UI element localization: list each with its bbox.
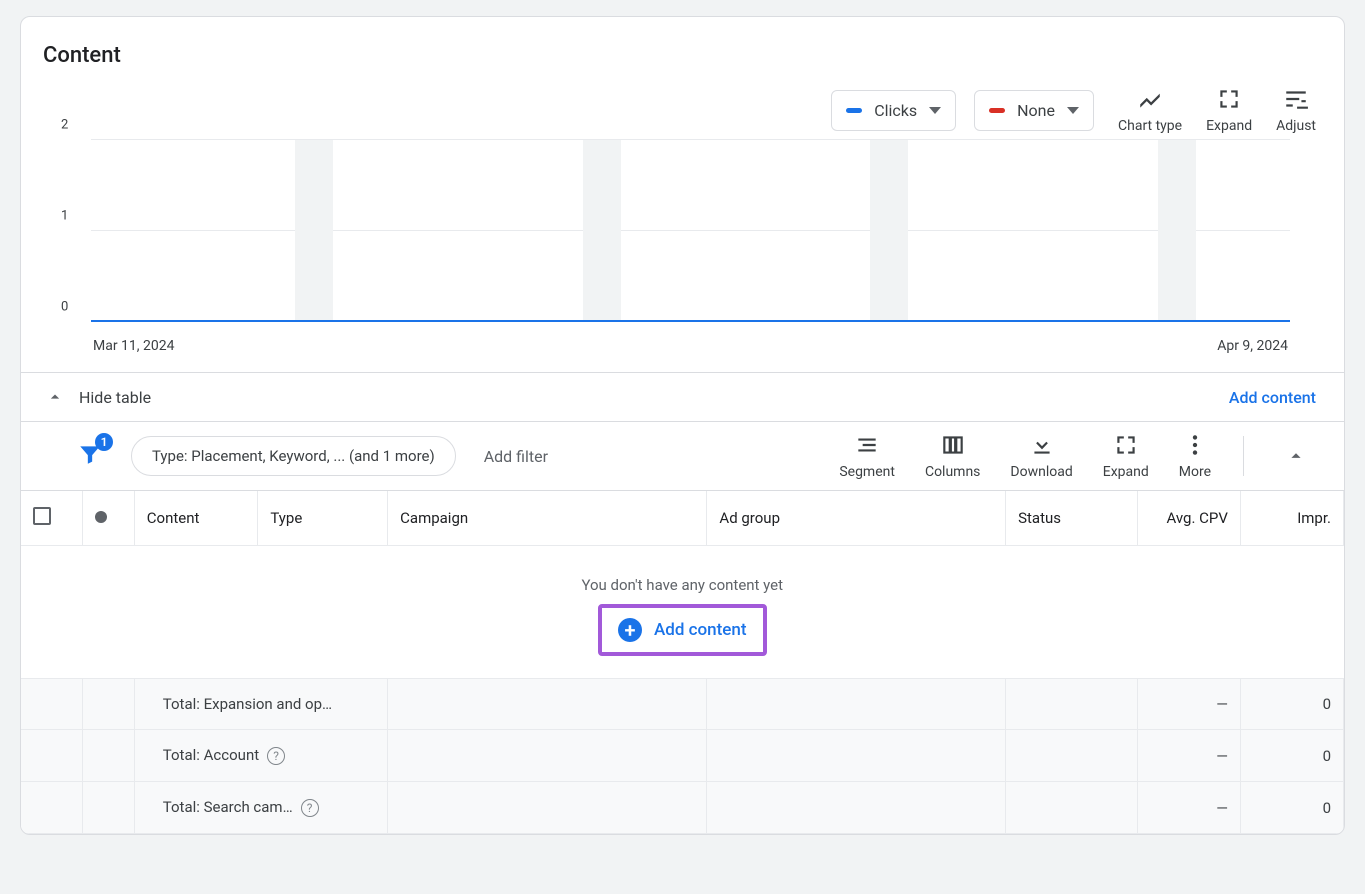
metric-swatch-secondary (989, 108, 1005, 113)
filter-chip[interactable]: Type: Placement, Keyword, ... (and 1 mor… (131, 436, 456, 476)
metric-swatch-primary (846, 108, 862, 113)
summary-avg-cpv: — (1137, 782, 1240, 834)
table-header-content[interactable]: Content (134, 491, 258, 546)
chart-adjust-label: Adjust (1276, 118, 1316, 134)
help-icon[interactable]: ? (301, 799, 319, 817)
table-header-impr[interactable]: Impr. (1240, 491, 1343, 546)
table-header-type[interactable]: Type (258, 491, 388, 546)
chart-x-end-label: Apr 9, 2024 (1217, 338, 1288, 354)
metric-select-primary[interactable]: Clicks (831, 90, 956, 131)
table-header-status-dot (83, 491, 134, 546)
segment-button[interactable]: Segment (839, 432, 895, 480)
filter-button[interactable]: 1 (77, 441, 103, 471)
chart-panel: 012 Mar 11, 2024 Apr 9, 2024 (21, 134, 1344, 373)
content-table: Content Type Campaign Ad group Status Av… (21, 491, 1344, 834)
table-summary-row: Total: Account? —0 (21, 730, 1344, 782)
add-content-primary-button[interactable]: + Add content (598, 604, 767, 656)
summary-impr: 0 (1240, 679, 1343, 730)
status-dot-icon (95, 511, 107, 523)
chart-type-label: Chart type (1118, 118, 1182, 134)
chart-y-tick-label: 0 (61, 300, 68, 315)
chart-y-tick-label: 1 (61, 209, 68, 224)
table-header-checkbox[interactable] (21, 491, 83, 546)
download-icon (1029, 432, 1055, 458)
table-toolbar: 1 Type: Placement, Keyword, ... (and 1 m… (21, 422, 1344, 491)
columns-button[interactable]: Columns (925, 432, 980, 480)
add-content-link[interactable]: Add content (1229, 388, 1316, 407)
download-button[interactable]: Download (1010, 432, 1072, 480)
chart-area[interactable]: 012 (91, 140, 1290, 330)
caret-down-icon (1067, 107, 1079, 114)
fullscreen-icon (1113, 432, 1139, 458)
chevron-up-icon (1285, 445, 1307, 467)
summary-row-label: Total: Search cam…? (134, 782, 387, 834)
chart-gridline (91, 139, 1290, 140)
download-label: Download (1010, 464, 1072, 480)
summary-row-label: Total: Account? (134, 730, 387, 782)
segment-icon (854, 432, 880, 458)
filter-count-badge: 1 (95, 433, 113, 451)
summary-impr: 0 (1240, 782, 1343, 834)
hide-table-label: Hide table (79, 388, 151, 407)
summary-row-label: Total: Expansion and op… (134, 679, 387, 730)
add-content-button-label: Add content (654, 620, 747, 640)
table-header-row: Hide table Add content (21, 373, 1344, 422)
table-header-status[interactable]: Status (1006, 491, 1138, 546)
chart-weekend-band (870, 140, 908, 322)
chart-toolbar: Clicks None Chart type Expand Adjust (21, 78, 1344, 134)
more-button[interactable]: More (1179, 432, 1211, 480)
summary-avg-cpv: — (1137, 679, 1240, 730)
summary-avg-cpv: — (1137, 730, 1240, 782)
columns-label: Columns (925, 464, 980, 480)
chart-weekend-band (583, 140, 621, 322)
more-vert-icon (1182, 432, 1208, 458)
table-summary-row: Total: Expansion and op… —0 (21, 679, 1344, 730)
table-summary-row: Total: Search cam…? —0 (21, 782, 1344, 834)
metric-primary-label: Clicks (874, 101, 917, 120)
chart-adjust-button[interactable]: Adjust (1276, 86, 1316, 134)
chart-weekend-band (295, 140, 333, 322)
empty-state-message: You don't have any content yet (21, 576, 1344, 594)
table-header-adgroup[interactable]: Ad group (707, 491, 1006, 546)
table-expand-button[interactable]: Expand (1103, 432, 1149, 480)
metric-select-secondary[interactable]: None (974, 90, 1094, 131)
table-header-avg-cpv[interactable]: Avg. CPV (1137, 491, 1240, 546)
chart-line-icon (1137, 86, 1163, 112)
caret-down-icon (929, 107, 941, 114)
segment-label: Segment (839, 464, 895, 480)
table-header-campaign[interactable]: Campaign (388, 491, 707, 546)
chart-series-line (91, 320, 1290, 322)
chart-x-start-label: Mar 11, 2024 (93, 338, 175, 354)
chart-expand-label: Expand (1206, 118, 1252, 134)
metric-secondary-label: None (1017, 101, 1055, 120)
chevron-up-icon (45, 387, 65, 407)
table-empty-row: You don't have any content yet + Add con… (21, 546, 1344, 679)
hide-table-button[interactable]: Hide table (45, 387, 151, 407)
chart-y-tick-label: 2 (61, 118, 68, 133)
summary-impr: 0 (1240, 730, 1343, 782)
plus-circle-icon: + (618, 618, 642, 642)
tune-icon (1283, 86, 1309, 112)
chart-weekend-band (1158, 140, 1196, 322)
page-title: Content (21, 17, 1344, 78)
chart-type-button[interactable]: Chart type (1118, 86, 1182, 134)
table-header-row: Content Type Campaign Ad group Status Av… (21, 491, 1344, 546)
chart-gridline (91, 230, 1290, 231)
add-filter-button[interactable]: Add filter (484, 447, 548, 466)
chart-expand-button[interactable]: Expand (1206, 86, 1252, 134)
collapse-toolbar-button[interactable] (1276, 436, 1316, 476)
columns-icon (940, 432, 966, 458)
fullscreen-icon (1216, 86, 1242, 112)
table-expand-label: Expand (1103, 464, 1149, 480)
more-label: More (1179, 464, 1211, 480)
checkbox-icon (33, 507, 51, 525)
help-icon[interactable]: ? (267, 747, 285, 765)
toolbar-separator (1243, 436, 1244, 476)
